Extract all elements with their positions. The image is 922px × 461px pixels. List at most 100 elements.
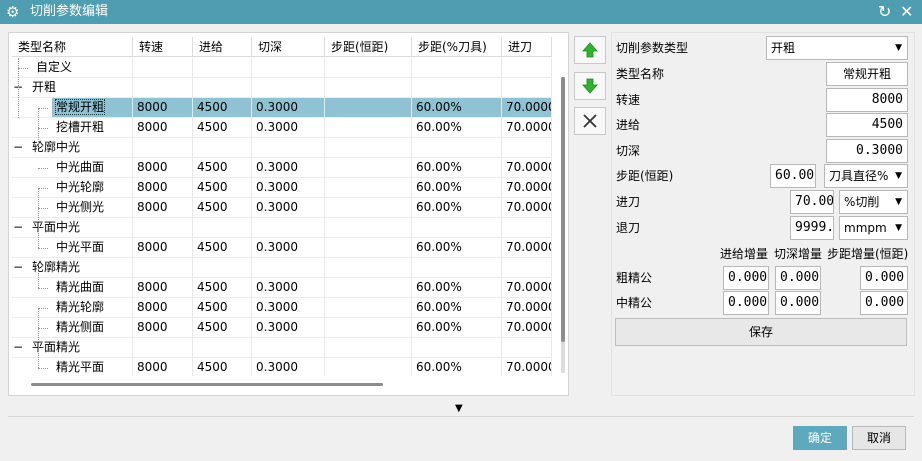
collapse-icon[interactable]: − xyxy=(13,138,23,157)
mid-depth-field[interactable]: 0.000 xyxy=(775,291,821,315)
column-header[interactable]: 进刀 xyxy=(502,37,552,57)
retract-unit-select[interactable]: mmpm ▼ xyxy=(839,216,908,240)
cell-feed xyxy=(193,338,252,357)
table-row[interactable]: 常规开粗 8000 4500 0.3000 60.00% 70.0000 xyxy=(12,98,552,118)
table-row[interactable]: 中光曲面 8000 4500 0.3000 60.00% 70.0000 xyxy=(12,158,552,178)
cancel-button[interactable]: 取消 xyxy=(852,426,906,450)
row-name: 平面中光 xyxy=(32,220,81,234)
row-name: 精光曲面 xyxy=(56,280,105,294)
collapse-icon[interactable]: − xyxy=(13,338,23,357)
row-name-cell: 精光轮廓 xyxy=(52,298,133,317)
row-name: 自定义 xyxy=(36,60,73,74)
cell-step-const xyxy=(325,158,412,177)
table-row[interactable]: 轮廓中光 − xyxy=(12,138,552,158)
move-down-button[interactable] xyxy=(574,72,606,100)
table-row[interactable]: 自定义 xyxy=(12,58,552,78)
mid-step-field[interactable]: 0.000 xyxy=(860,291,908,315)
row-name-cell: 中光曲面 xyxy=(52,158,133,177)
table-row[interactable]: 轮廓精光 − xyxy=(12,258,552,278)
tree-guide-line xyxy=(38,108,39,148)
table-row[interactable]: 平面中光 − xyxy=(12,218,552,238)
cell-entry: 70.0000 xyxy=(502,278,552,297)
triangle-down-icon[interactable]: ▼ xyxy=(455,403,463,415)
cell-step-pct: 60.00% xyxy=(412,358,502,376)
inc-step-header: 步距增量(恒距) xyxy=(827,247,909,261)
cell-step-pct xyxy=(412,258,502,277)
table-row[interactable]: 精光轮廓 8000 4500 0.3000 60.00% 70.0000 xyxy=(12,298,552,318)
speed-field[interactable]: 8000 xyxy=(826,88,908,112)
vertical-scrollbar[interactable] xyxy=(561,77,565,373)
table-row[interactable]: 中光平面 8000 4500 0.3000 60.00% 70.0000 xyxy=(12,238,552,258)
table-row[interactable]: 中光侧光 8000 4500 0.3000 60.00% 70.0000 xyxy=(12,198,552,218)
cell-entry xyxy=(502,258,552,277)
window-title: 切削参数编辑 xyxy=(30,4,109,19)
collapse-icon[interactable]: − xyxy=(13,258,23,277)
rough-feed-field[interactable]: 0.000 xyxy=(723,266,769,290)
tree-connector xyxy=(38,208,48,209)
cell-step-pct xyxy=(412,78,502,97)
table-row[interactable]: 精光平面 8000 4500 0.3000 60.00% 70.0000 xyxy=(12,358,552,376)
cell-feed: 4500 xyxy=(193,238,252,257)
table-row[interactable]: 精光曲面 8000 4500 0.3000 60.00% 70.0000 xyxy=(12,278,552,298)
name-label: 类型名称 xyxy=(616,67,665,81)
column-header[interactable]: 转速 xyxy=(133,37,193,57)
row-name: 轮廓中光 xyxy=(32,140,81,154)
depth-label: 切深 xyxy=(616,144,641,158)
table-row[interactable]: 开粗 − xyxy=(12,78,552,98)
ok-button[interactable]: 确定 xyxy=(793,426,847,450)
cell-feed xyxy=(193,78,252,97)
column-header[interactable]: 进给 xyxy=(193,37,252,57)
rough-step-field[interactable]: 0.000 xyxy=(860,266,908,290)
gear-icon: ⚙ xyxy=(6,3,20,21)
cell-depth: 0.3000 xyxy=(252,198,325,217)
cell-entry: 70.0000 xyxy=(502,318,552,337)
step-field[interactable]: 60.00 xyxy=(770,164,816,188)
type-select[interactable]: 开粗 ▼ xyxy=(766,36,908,60)
cell-step-const xyxy=(325,78,412,97)
close-icon[interactable]: ✕ xyxy=(900,2,913,22)
row-name: 中光侧光 xyxy=(56,200,105,214)
cell-step-const xyxy=(325,98,412,117)
row-name-cell: 自定义 xyxy=(32,58,133,77)
row-name: 开粗 xyxy=(32,80,57,94)
table-row[interactable]: 中光轮廓 8000 4500 0.3000 60.00% 70.0000 xyxy=(12,178,552,198)
step-unit-select[interactable]: 刀具直径% ▼ xyxy=(824,164,908,188)
horizontal-scrollbar[interactable] xyxy=(31,383,383,386)
collapse-icon[interactable]: − xyxy=(13,218,23,237)
save-button[interactable]: 保存 xyxy=(615,318,907,346)
tree-connector xyxy=(38,288,48,289)
row-name: 中光平面 xyxy=(56,240,105,254)
tree-guide-line xyxy=(18,58,19,118)
cell-step-const xyxy=(325,178,412,197)
table-row[interactable]: 挖槽开粗 8000 4500 0.3000 60.00% 70.0000 xyxy=(12,118,552,138)
column-header[interactable]: 类型名称 xyxy=(12,37,133,57)
rough-depth-field[interactable]: 0.000 xyxy=(775,266,821,290)
vertical-scroll-thumb[interactable] xyxy=(561,77,565,342)
refresh-icon[interactable]: ↻ xyxy=(878,2,891,22)
table-row[interactable]: 平面精光 − xyxy=(12,338,552,358)
cell-step-const xyxy=(325,338,412,357)
parameter-tree-table[interactable]: 类型名称 转速 进给 切深 步距(恒距) 步距(%刀具) 进刀 自定义 开粗 − 常规开粗 8000… xyxy=(12,37,552,376)
column-header[interactable]: 步距(%刀具) xyxy=(412,37,502,57)
cell-step-const xyxy=(325,118,412,137)
column-header[interactable]: 步距(恒距) xyxy=(325,37,412,57)
cell-step-pct: 60.00% xyxy=(412,178,502,197)
delete-button[interactable] xyxy=(574,107,606,135)
tree-connector xyxy=(38,248,48,249)
feed-field[interactable]: 4500 xyxy=(826,113,908,137)
depth-field[interactable]: 0.3000 xyxy=(826,139,908,163)
retract-label: 退刀 xyxy=(616,221,641,235)
inc-feed-header: 进给增量 xyxy=(720,247,769,261)
mid-feed-field[interactable]: 0.000 xyxy=(723,291,769,315)
entry-unit-select[interactable]: %切削 ▼ xyxy=(839,190,908,214)
column-header[interactable]: 切深 xyxy=(252,37,325,57)
entry-field[interactable]: 70.00 xyxy=(790,190,834,214)
move-up-button[interactable] xyxy=(574,36,606,64)
table-row[interactable]: 精光侧面 8000 4500 0.3000 60.00% 70.0000 xyxy=(12,318,552,338)
cell-speed: 8000 xyxy=(133,238,193,257)
name-field[interactable]: 常规开粗 xyxy=(826,62,908,86)
retract-field[interactable]: 9999. xyxy=(790,216,834,240)
tree-connector xyxy=(38,308,48,309)
cell-step-pct xyxy=(412,138,502,157)
cell-depth xyxy=(252,58,325,77)
